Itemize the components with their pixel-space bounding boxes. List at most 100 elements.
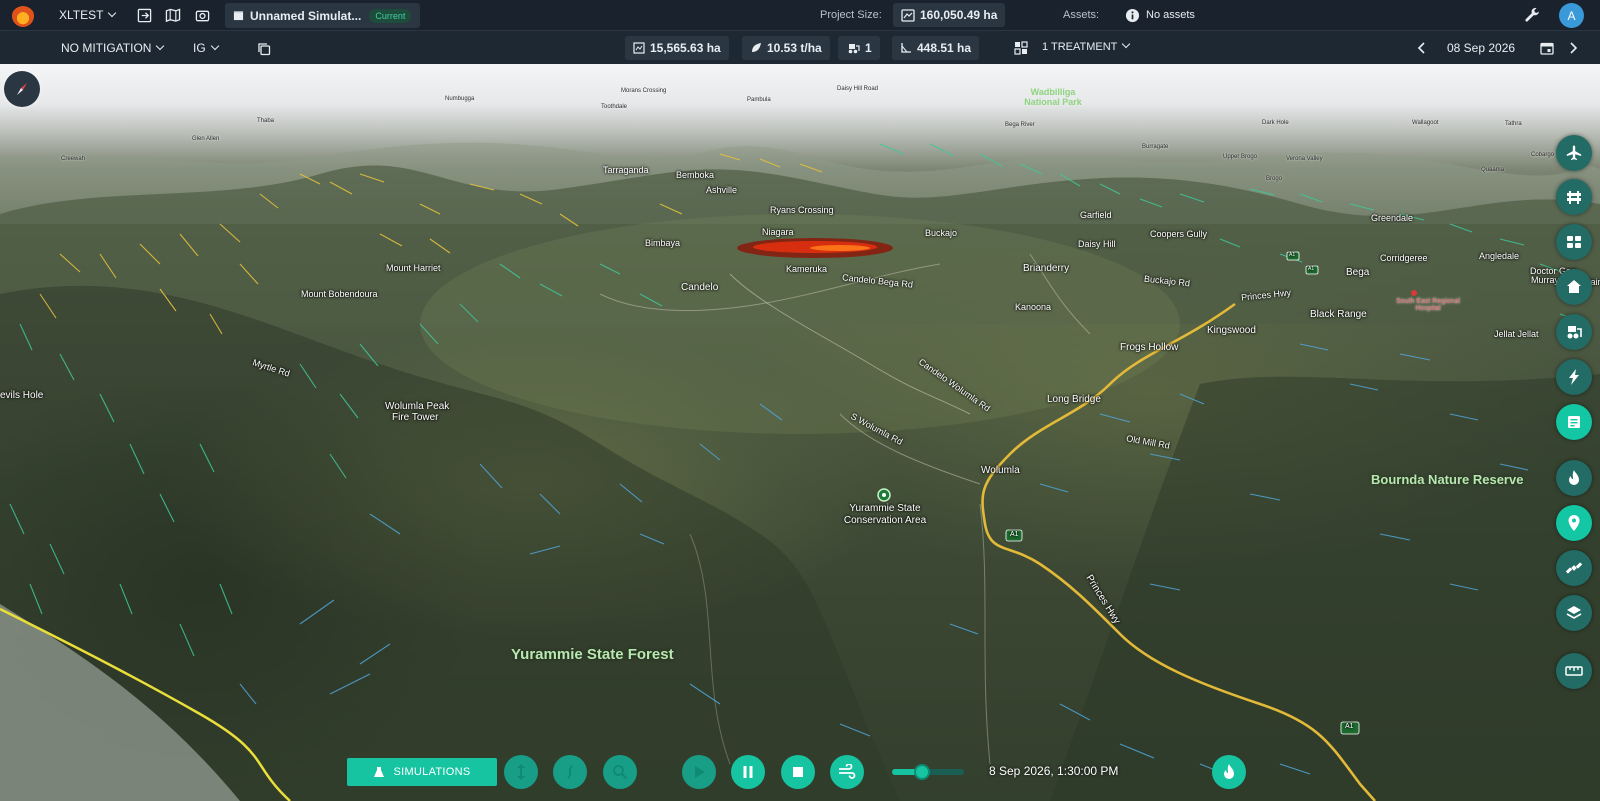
project-size-value: 160,050.49 ha xyxy=(893,3,1006,27)
notes-icon[interactable] xyxy=(1556,404,1592,440)
map-label-place: Angledale xyxy=(1479,251,1520,261)
next-date-button[interactable] xyxy=(1564,39,1582,57)
map-label-park: Wadbilliga National Park xyxy=(1024,87,1082,107)
perimeter-pill: 448.51 ha xyxy=(892,36,980,60)
mitigation-selector[interactable]: NO MITIGATION xyxy=(61,41,165,55)
speed-button[interactable] xyxy=(830,755,864,789)
map-label-place: Greendale xyxy=(1371,213,1414,223)
lightning-icon[interactable] xyxy=(1556,359,1592,395)
ignite-button[interactable] xyxy=(1212,755,1246,789)
map-label-place: Brianderry xyxy=(1023,263,1070,274)
home-icon[interactable] xyxy=(1556,269,1592,305)
vehicles-icon[interactable] xyxy=(1556,224,1592,260)
fire-icon[interactable] xyxy=(1556,460,1592,496)
map-label-place: Bemboka xyxy=(676,170,715,180)
bulldozer-icon xyxy=(848,44,860,54)
map-label-place: Niagara xyxy=(762,227,794,237)
fuel-load-pill: 10.53 t/ha xyxy=(742,36,830,60)
timeline-slider[interactable] xyxy=(892,764,964,780)
units-pill: 1 xyxy=(838,36,880,60)
satellite-icon[interactable] xyxy=(1556,550,1592,586)
layers-icon[interactable] xyxy=(1556,595,1592,631)
simulation-name: Unnamed Simulat... xyxy=(250,8,362,23)
map-label-place: Upper Brogo xyxy=(1223,154,1258,160)
calendar-icon[interactable] xyxy=(1538,39,1556,57)
map-label-place: Dark Hole xyxy=(1262,120,1289,126)
map-label-place: Buckajo xyxy=(925,228,958,238)
compass-icon xyxy=(17,83,27,95)
map-label-place: evils Hole xyxy=(0,390,44,401)
area-icon xyxy=(901,8,915,22)
ruler-icon[interactable] xyxy=(1556,653,1592,689)
treatment-selector[interactable]: 1 TREATMENT xyxy=(1042,39,1131,53)
project-size-label: Project Size: xyxy=(820,9,882,21)
map-book-icon[interactable] xyxy=(164,6,182,24)
map-label-place: Glen Allen xyxy=(192,136,220,142)
map-label-place: Mount Bobendoura xyxy=(301,289,378,299)
export-icon[interactable] xyxy=(135,6,153,24)
zoom-button[interactable] xyxy=(603,755,637,789)
info-icon xyxy=(1123,6,1141,24)
pause-button[interactable] xyxy=(731,755,765,789)
map-label-place: Candelo xyxy=(681,282,719,293)
map-label-place: Mount Harriet xyxy=(386,263,441,273)
move-up-down-button[interactable] xyxy=(504,755,538,789)
map-label-place: Garfield xyxy=(1080,210,1112,220)
map-label-place: Black Range xyxy=(1310,309,1367,320)
bulldozer-icon[interactable] xyxy=(1556,314,1592,350)
compass-button[interactable] xyxy=(4,71,40,107)
chevron-down-icon xyxy=(1122,39,1131,49)
sub-bar: NO MITIGATION IG 15,565.63 ha 10.53 t/ha… xyxy=(0,30,1600,64)
map-label-place: Bega xyxy=(1346,267,1370,278)
terrain-overlay xyxy=(0,138,1600,801)
map-label-place: Ashville xyxy=(706,185,738,195)
map-label-place: Burragate xyxy=(1142,144,1169,150)
camera-icon[interactable] xyxy=(193,6,211,24)
wind-icon xyxy=(839,764,856,779)
road-shield-a1: A1 xyxy=(1308,266,1315,272)
top-bar: XLTEST Unnamed Simulat... Current Projec… xyxy=(0,0,1600,30)
simulations-button[interactable]: SIMULATIONS xyxy=(347,758,497,786)
map-label-place: Brogo xyxy=(1266,176,1283,182)
wrench-icon[interactable] xyxy=(1523,6,1541,24)
chevron-down-icon xyxy=(108,8,117,18)
clapper-icon xyxy=(233,11,244,21)
app-logo-icon[interactable] xyxy=(12,5,34,27)
prev-date-button[interactable] xyxy=(1413,39,1431,57)
map-label-place: Ryans Crossing xyxy=(770,205,834,215)
map-label-place: Tathra xyxy=(1505,121,1522,127)
map-label-place: Frogs Hollow xyxy=(1120,342,1179,353)
map-label-place: Daisy Hill Road xyxy=(837,86,879,92)
aircraft-icon[interactable] xyxy=(1556,135,1592,171)
play-button[interactable] xyxy=(682,755,716,789)
map-label-place: Wolumla Peak xyxy=(385,401,450,412)
map-label-place: Verona Valley xyxy=(1286,156,1323,162)
angle-icon xyxy=(901,43,911,53)
copy-icon[interactable] xyxy=(255,40,273,58)
map-label-place: Quaama xyxy=(1481,167,1505,173)
grid-icon[interactable] xyxy=(1012,39,1030,57)
map-canvas[interactable]: Candelo Kameruka Brianderry Kingswood Fr… xyxy=(0,64,1600,801)
rotate-button[interactable] xyxy=(553,755,587,789)
map-label-place: Pambula xyxy=(747,97,771,103)
simulation-datetime: 8 Sep 2026, 1:30:00 PM xyxy=(989,764,1119,778)
map-label-place: Thaba xyxy=(257,118,275,124)
current-date: 08 Sep 2026 xyxy=(1447,41,1516,55)
map-label-place: Long Bridge xyxy=(1047,394,1101,405)
location-pin-icon[interactable] xyxy=(1556,505,1592,541)
project-selector[interactable]: XLTEST xyxy=(59,8,117,22)
avatar[interactable]: A xyxy=(1559,3,1584,28)
map-label-place: Bimbaya xyxy=(645,238,681,248)
simulation-selector[interactable]: Unnamed Simulat... Current xyxy=(225,3,420,28)
flask-icon xyxy=(374,767,385,777)
map-label-place: Jellat Jellat xyxy=(1494,329,1539,339)
map-label-place: Corridgeree xyxy=(1380,253,1428,263)
chevron-down-icon xyxy=(156,41,165,51)
map-label-place: Morans Crossing xyxy=(621,88,667,94)
map-label-place: Fire Tower xyxy=(392,412,439,423)
road-shield-a1: A1 xyxy=(1345,723,1354,730)
barrier-icon[interactable] xyxy=(1556,179,1592,215)
stop-button[interactable] xyxy=(781,755,815,789)
play-icon xyxy=(695,766,705,778)
ig-selector[interactable]: IG xyxy=(193,41,219,55)
